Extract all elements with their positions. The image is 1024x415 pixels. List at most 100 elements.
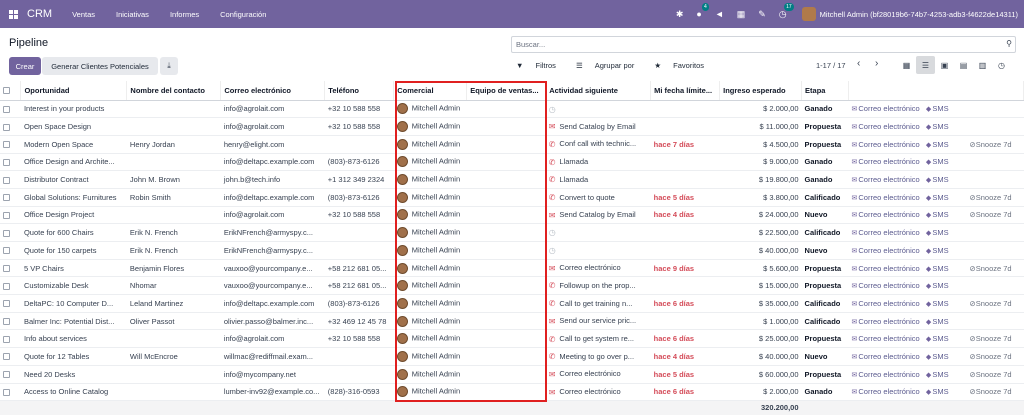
salesperson-cell[interactable]: Mitchell Admin xyxy=(393,259,467,278)
salesperson-cell[interactable]: Mitchell Admin xyxy=(393,206,467,225)
email-cell[interactable]: info@agrolait.com xyxy=(220,329,325,349)
kanban-view-icon[interactable]: ▦ xyxy=(897,56,916,74)
phone-icon[interactable]: ✆ xyxy=(549,193,556,202)
phone-cell[interactable]: +58 212 681 05... xyxy=(324,276,394,296)
menu-informes[interactable]: Informes xyxy=(170,10,199,19)
clock-icon[interactable]: ◷ xyxy=(549,228,556,237)
header-contact[interactable]: Nombre del contacto xyxy=(126,81,222,101)
next-activity-cell[interactable]: ✉ Correo electrónico xyxy=(545,383,651,402)
opportunity-cell[interactable]: 5 VP Chairs xyxy=(20,259,127,278)
envelope-icon[interactable]: ✉ xyxy=(549,370,556,379)
sales-team-cell[interactable] xyxy=(466,276,546,296)
header-stage[interactable]: Etapa xyxy=(801,81,849,101)
sales-team-cell[interactable] xyxy=(466,170,546,189)
sms-link[interactable]: ◆SMS xyxy=(926,246,949,255)
sales-team-cell[interactable] xyxy=(466,383,546,402)
header-opportunity[interactable]: Oportunidad xyxy=(20,81,128,101)
email-link[interactable]: ✉Correo electrónico xyxy=(852,281,920,290)
opportunity-cell[interactable]: Balmer Inc: Potential Dist... xyxy=(20,312,127,331)
sales-team-cell[interactable] xyxy=(466,223,546,242)
opportunity-cell[interactable]: Quote for 12 Tables xyxy=(20,347,127,366)
sales-team-cell[interactable] xyxy=(466,153,546,172)
table-row[interactable]: Customizable Desk Nhomar vauxoo@yourcompan… xyxy=(0,276,1024,296)
pager-next-icon[interactable]: › xyxy=(875,58,878,69)
phone-icon[interactable]: ✆ xyxy=(549,175,556,184)
sms-link[interactable]: ◆SMS xyxy=(926,264,949,273)
clock-icon[interactable]: ◷ xyxy=(549,246,556,255)
phone-cell[interactable] xyxy=(324,223,394,242)
sales-team-cell[interactable] xyxy=(466,100,546,119)
email-cell[interactable]: info@deltapc.example.com xyxy=(220,153,325,172)
list-view-icon[interactable]: ☰ xyxy=(916,56,935,74)
email-cell[interactable]: info@deltapc.example.com xyxy=(220,188,325,207)
sales-team-cell[interactable] xyxy=(466,188,546,207)
row-checkbox[interactable] xyxy=(0,170,21,189)
row-checkbox[interactable] xyxy=(0,223,21,242)
contact-cell[interactable]: Erik N. French xyxy=(126,241,221,260)
next-activity-cell[interactable]: ✆ Call to get training n... xyxy=(545,294,651,313)
email-link[interactable]: ✉Correo electrónico xyxy=(852,352,920,361)
sales-team-cell[interactable] xyxy=(466,312,546,331)
contact-cell[interactable]: Nhomar xyxy=(126,276,221,296)
next-activity-cell[interactable]: ✆ Llamada xyxy=(545,153,651,172)
table-row[interactable]: Office Design and Archite... info@deltapc… xyxy=(0,153,1024,172)
row-checkbox[interactable] xyxy=(0,365,21,384)
filters-button[interactable]: ▼ Filtros xyxy=(516,61,566,70)
contact-cell[interactable]: Erik N. French xyxy=(126,223,221,242)
table-row[interactable]: Info about services info@agrolait.com +32 … xyxy=(0,329,1024,349)
phone-cell[interactable] xyxy=(324,347,394,366)
row-checkbox[interactable] xyxy=(0,100,21,119)
sms-link[interactable]: ◆SMS xyxy=(926,281,949,290)
row-checkbox[interactable] xyxy=(0,206,21,225)
phone-cell[interactable]: (803)-873-6126 xyxy=(324,188,394,207)
opportunity-cell[interactable]: Distributor Contract xyxy=(20,170,127,189)
phone-icon[interactable]: ✆ xyxy=(549,281,556,290)
salesperson-cell[interactable]: Mitchell Admin xyxy=(393,312,467,331)
phone-cell[interactable]: +58 212 681 05... xyxy=(324,259,394,278)
sms-link[interactable]: ◆SMS xyxy=(926,352,949,361)
contact-cell[interactable] xyxy=(126,206,221,225)
salesperson-cell[interactable]: Mitchell Admin xyxy=(393,365,467,384)
clock-icon[interactable]: ◷ 17 xyxy=(779,2,794,20)
phone-icon[interactable]: ✆ xyxy=(549,352,556,361)
megaphone-icon[interactable]: ◄ xyxy=(715,9,724,19)
opportunity-cell[interactable]: Open Space Design xyxy=(20,117,127,136)
row-checkbox[interactable] xyxy=(0,383,21,402)
sms-link[interactable]: ◆SMS xyxy=(926,387,949,396)
phone-cell[interactable]: (803)-873-6126 xyxy=(324,294,394,313)
table-row[interactable]: Open Space Design info@agrolait.com +32 10… xyxy=(0,117,1024,136)
opportunity-cell[interactable]: Interest in your products xyxy=(20,100,127,119)
select-all-checkbox[interactable] xyxy=(0,81,22,101)
envelope-icon[interactable]: ✉ xyxy=(549,211,556,220)
salesperson-cell[interactable]: Mitchell Admin xyxy=(393,347,467,366)
snooze-button[interactable]: ⊘Snooze 7d xyxy=(969,210,1011,219)
table-row[interactable]: Distributor Contract John M. Brown john.b@… xyxy=(0,170,1024,189)
salesperson-cell[interactable]: Mitchell Admin xyxy=(393,241,467,260)
envelope-icon[interactable]: ✉ xyxy=(549,122,556,131)
sms-link[interactable]: ◆SMS xyxy=(926,370,949,379)
menu-configuracion[interactable]: Configuración xyxy=(220,10,266,19)
table-row[interactable]: Access to Online Catalog lumber-inv92@exa… xyxy=(0,383,1024,402)
search-icon[interactable]: ⚲ xyxy=(1006,39,1012,48)
group-by-button[interactable]: ☰ Agrupar por xyxy=(576,61,644,70)
table-row[interactable]: DeltaPC: 10 Computer D... Leland Martinez… xyxy=(0,294,1024,313)
menu-ventas[interactable]: Ventas xyxy=(72,10,95,19)
salesperson-cell[interactable]: Mitchell Admin xyxy=(393,100,467,119)
header-email[interactable]: Correo electrónico xyxy=(220,81,326,101)
chat-icon[interactable]: ● 4 xyxy=(696,3,709,19)
pager-previous-icon[interactable]: ‹ xyxy=(857,58,860,69)
opportunity-cell[interactable]: Quote for 150 carpets xyxy=(20,241,127,260)
envelope-icon[interactable]: ✉ xyxy=(549,264,556,273)
next-activity-cell[interactable]: ✆ Conf call with technic... xyxy=(545,135,651,154)
sms-link[interactable]: ◆SMS xyxy=(926,317,949,326)
contact-cell[interactable] xyxy=(126,329,221,349)
table-row[interactable]: Global Solutions: Furnitures Robin Smith i… xyxy=(0,188,1024,207)
envelope-icon[interactable]: ✉ xyxy=(549,388,556,397)
sms-link[interactable]: ◆SMS xyxy=(926,228,949,237)
email-cell[interactable]: olivier.passo@balmer.inc... xyxy=(220,312,325,331)
sms-link[interactable]: ◆SMS xyxy=(926,193,949,202)
email-link[interactable]: ✉Correo electrónico xyxy=(852,299,920,308)
sales-team-cell[interactable] xyxy=(466,206,546,225)
apps-menu-icon[interactable] xyxy=(0,0,26,28)
email-cell[interactable]: vauxoo@yourcompany.e... xyxy=(220,276,325,296)
